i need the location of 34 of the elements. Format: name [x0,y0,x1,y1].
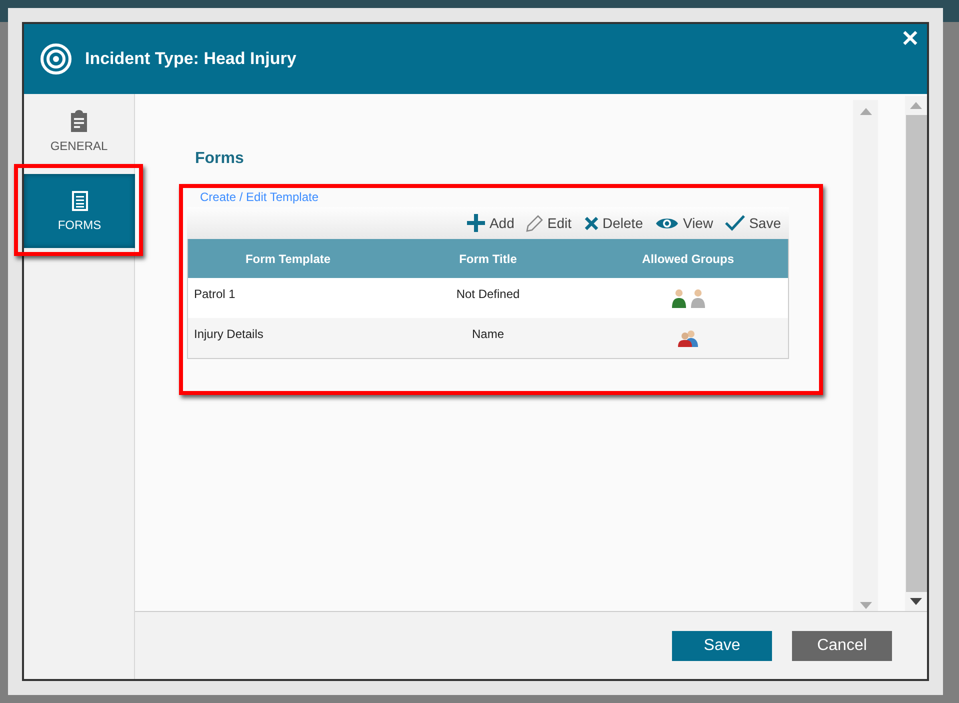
dialog-title: Incident Type: Head Injury [85,49,298,69]
user-group-icon [678,329,698,347]
sidebar-tab[interactable]: FORMS [24,174,135,248]
table-cell-text: Name [470,327,505,343]
check-icon [725,215,746,231]
up-arrow-icon [910,102,922,109]
save-button[interactable]: Save [672,630,772,660]
clipboard-icon [69,110,89,132]
toolbar-button[interactable]: Delete [584,215,643,231]
section-heading: Forms [195,150,245,168]
table-cell-text: Patrol 1 [193,287,236,303]
document-icon [72,190,88,210]
toolbar-button[interactable]: Save [725,215,781,231]
down-arrow-icon [860,602,872,609]
up-arrow-icon [860,108,872,115]
sidebar-tab[interactable]: GENERAL [24,94,134,160]
column-header: Form Template [244,252,332,266]
target-icon [40,43,72,75]
column-header: Form Title [458,252,518,266]
close-button[interactable]: ✕ [901,28,919,50]
close-icon [584,216,599,230]
person-icon [672,288,686,308]
table-cell-text: Not Defined [455,287,521,303]
cancel-button[interactable]: Cancel [792,630,892,660]
plus-icon [467,214,486,232]
toolbar-button[interactable]: View [654,215,714,231]
column-header: Allowed Groups [640,252,735,266]
down-arrow-icon [910,598,922,605]
person-icon [690,288,704,308]
toolbar-button[interactable]: Edit [526,214,572,232]
toolbar-button[interactable]: Add [467,214,514,232]
table-cell-text: Injury Details [193,327,264,343]
eye-icon [654,216,679,230]
pencil-icon [526,214,544,232]
